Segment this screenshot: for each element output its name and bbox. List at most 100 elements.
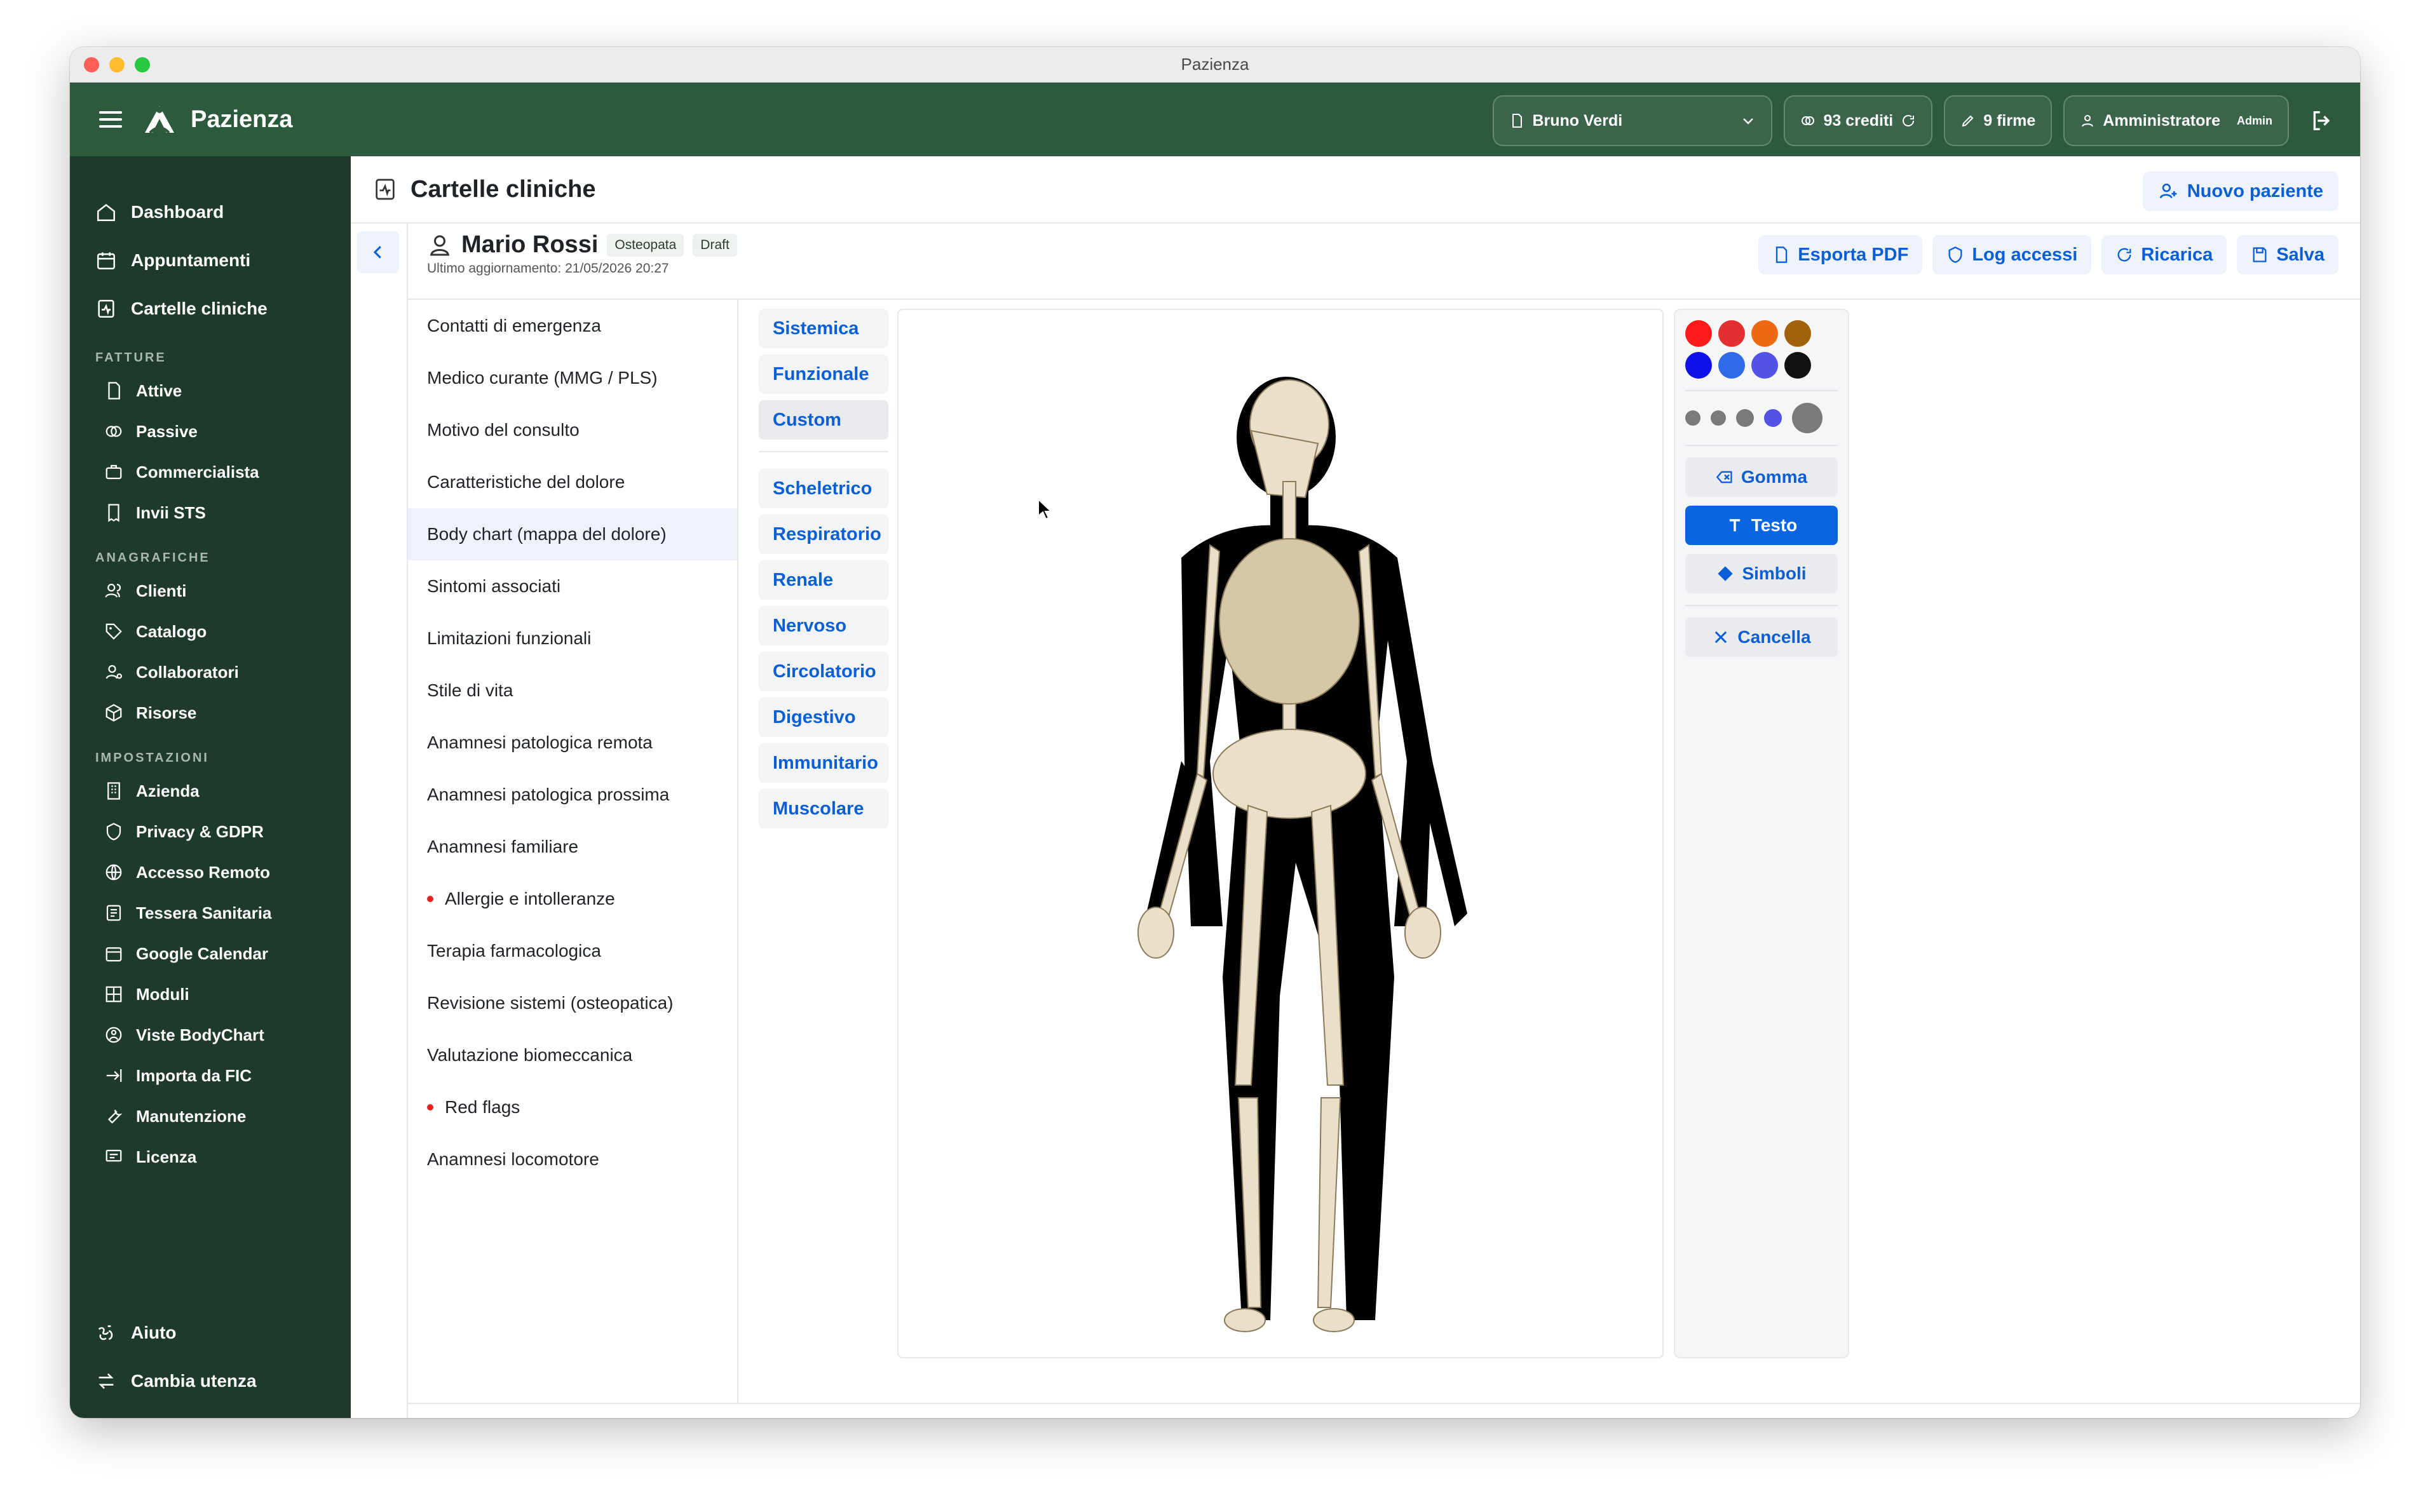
user-menu[interactable]: Amministratore Admin xyxy=(2063,95,2289,146)
signatures-button[interactable]: 9 firme xyxy=(1944,95,2053,146)
record-section-item[interactable]: Red flags xyxy=(408,1081,737,1133)
color-swatch-brown[interactable] xyxy=(1784,320,1811,347)
view-custom[interactable]: Custom xyxy=(759,400,888,440)
brand-name: Pazienza xyxy=(191,105,293,133)
shield-icon xyxy=(106,823,121,840)
view-renale[interactable]: Renale xyxy=(759,560,888,600)
new-patient-button[interactable]: Nuovo paziente xyxy=(2142,172,2338,211)
color-swatch-dark-red[interactable] xyxy=(1718,320,1745,347)
export-pdf-button[interactable]: Esporta PDF xyxy=(1758,235,1923,274)
color-swatch-orange[interactable] xyxy=(1751,320,1778,347)
record-section-label: Anamnesi locomotore xyxy=(427,1149,599,1169)
nav-invoices-passive-label: Passive xyxy=(136,421,198,441)
view-sistemica[interactable]: Sistemica xyxy=(759,309,888,348)
patient-select[interactable]: Bruno Verdi xyxy=(1493,95,1773,146)
view-digestivo[interactable]: Digestivo xyxy=(759,698,888,737)
menu-icon[interactable] xyxy=(99,111,122,128)
credits-button[interactable]: 93 crediti xyxy=(1784,95,1933,146)
record-section-label: Medico curante (MMG / PLS) xyxy=(427,368,658,388)
record-section-item[interactable]: Caratteristiche del dolore xyxy=(408,456,737,508)
color-swatch-blue[interactable] xyxy=(1685,352,1712,379)
logout-icon[interactable] xyxy=(2309,108,2335,133)
record-section-label: Limitazioni funzionali xyxy=(427,628,592,648)
record-section-item[interactable]: Anamnesi familiare xyxy=(408,821,737,873)
color-swatch-red[interactable] xyxy=(1685,320,1712,347)
nav-health-card[interactable]: Tessera Sanitaria xyxy=(95,893,271,933)
record-section-item[interactable]: Stile di vita xyxy=(408,665,737,717)
record-section-item[interactable]: Terapia farmacologica xyxy=(408,925,737,977)
reload-button[interactable]: Ricarica xyxy=(2101,235,2227,274)
nav-license[interactable]: Licenza xyxy=(95,1137,271,1177)
record-section-item[interactable]: Contatti di emergenza xyxy=(408,300,737,352)
record-section-item[interactable]: Valutazione biomeccanica xyxy=(408,1029,737,1081)
nav-google-calendar[interactable]: Google Calendar xyxy=(95,933,271,974)
briefcase-icon xyxy=(105,464,122,480)
nav-help[interactable]: Aiuto xyxy=(95,1309,257,1357)
om-icon xyxy=(98,1325,113,1340)
zoom-window-button[interactable] xyxy=(135,57,150,72)
nav-switch-user[interactable]: Cambia utenza xyxy=(95,1357,257,1405)
nav-import-fic[interactable]: Importa da FIC xyxy=(95,1055,271,1096)
nav-clients[interactable]: Clienti xyxy=(95,570,271,611)
close-window-button[interactable] xyxy=(84,57,99,72)
record-section-item[interactable]: Anamnesi patologica prossima xyxy=(408,769,737,821)
symbols-button[interactable]: Simboli xyxy=(1685,554,1838,593)
view-circolatorio[interactable]: Circolatorio xyxy=(759,652,888,691)
record-section-item[interactable]: Motivo del consulto xyxy=(408,404,737,456)
record-section-item[interactable]: Anamnesi locomotore xyxy=(408,1133,737,1185)
nav-company[interactable]: Azienda xyxy=(95,771,271,811)
brush-size-3[interactable] xyxy=(1736,409,1754,427)
nav-privacy[interactable]: Privacy & GDPR xyxy=(95,811,271,852)
color-swatch-indigo[interactable] xyxy=(1751,352,1778,379)
view-nervoso[interactable]: Nervoso xyxy=(759,606,888,645)
nav-bodychart-views[interactable]: Viste BodyChart xyxy=(95,1015,271,1055)
minimize-window-button[interactable] xyxy=(109,57,125,72)
record-section-item[interactable]: Medico curante (MMG / PLS) xyxy=(408,352,737,404)
nav-remote-access[interactable]: Accesso Remoto xyxy=(95,852,271,893)
user-icon xyxy=(430,234,450,255)
brush-size-2[interactable] xyxy=(1711,410,1726,426)
eraser-button[interactable]: Gomma xyxy=(1685,457,1838,497)
nav-clinical-records[interactable]: Cartelle cliniche xyxy=(95,285,271,333)
nav-sts[interactable]: Invii STS xyxy=(95,492,271,533)
text-tool-button[interactable]: Testo xyxy=(1685,506,1838,545)
nav-forms[interactable]: Moduli xyxy=(95,974,271,1015)
body-chart-canvas[interactable] xyxy=(897,309,1664,1358)
nav-collaborators[interactable]: Collaboratori xyxy=(95,652,271,692)
nav-appointments[interactable]: Appuntamenti xyxy=(95,236,271,285)
color-swatch-light-blue[interactable] xyxy=(1718,352,1745,379)
nav-invoices-passive[interactable]: Passive xyxy=(95,411,271,452)
brush-size-5[interactable] xyxy=(1792,403,1822,433)
access-log-button[interactable]: Log accessi xyxy=(1932,235,2092,274)
brush-size-1[interactable] xyxy=(1685,410,1700,426)
color-swatch-black[interactable] xyxy=(1784,352,1811,379)
nav-maintenance[interactable]: Manutenzione xyxy=(95,1096,271,1137)
view-funzionale[interactable]: Funzionale xyxy=(759,354,888,394)
view-immunitario[interactable]: Immunitario xyxy=(759,743,888,783)
nav-resources-label: Risorse xyxy=(136,703,197,722)
nav-resources[interactable]: Risorse xyxy=(95,692,271,733)
nav-catalog[interactable]: Catalogo xyxy=(95,611,271,652)
nav-accountant[interactable]: Commercialista xyxy=(95,452,271,492)
nav-dashboard[interactable]: Dashboard xyxy=(95,188,271,236)
brush-size-4[interactable] xyxy=(1764,409,1782,427)
record-section-item[interactable]: Body chart (mappa del dolore) xyxy=(408,508,737,560)
new-patient-label: Nuovo paziente xyxy=(2187,180,2323,201)
save-button[interactable]: Salva xyxy=(2237,235,2338,274)
record-section-label: Red flags xyxy=(445,1097,520,1117)
nav-invoices-active[interactable]: Attive xyxy=(95,370,271,411)
view-muscolare[interactable]: Muscolare xyxy=(759,789,888,828)
record-section-item[interactable]: Allergie e intolleranze xyxy=(408,873,737,925)
skeleton-figure xyxy=(1137,377,1467,1332)
record-section-item[interactable]: Anamnesi patologica remota xyxy=(408,717,737,769)
back-button[interactable] xyxy=(357,231,399,273)
record-section-item[interactable]: Sintomi associati xyxy=(408,560,737,612)
view-scheletrico[interactable]: Scheletrico xyxy=(759,469,888,508)
alert-dot-icon xyxy=(427,896,433,902)
nav-google-calendar-label: Google Calendar xyxy=(136,943,269,963)
record-section-item[interactable]: Revisione sistemi (osteopatica) xyxy=(408,977,737,1029)
clear-button[interactable]: Cancella xyxy=(1685,618,1838,657)
view-respiratorio[interactable]: Respiratorio xyxy=(759,515,888,554)
nav-privacy-label: Privacy & GDPR xyxy=(136,821,264,841)
record-section-item[interactable]: Limitazioni funzionali xyxy=(408,612,737,665)
